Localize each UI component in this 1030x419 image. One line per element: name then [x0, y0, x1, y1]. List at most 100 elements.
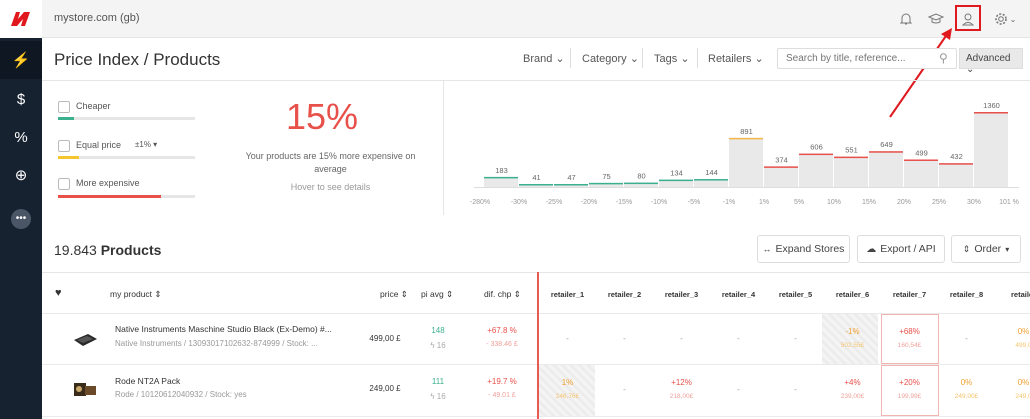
retailer-diff[interactable]: - — [710, 334, 767, 343]
retailer-price: 249,00£ — [954, 393, 979, 400]
pi-count: ϟ 16 — [430, 341, 446, 350]
sidebar-item-percent[interactable]: % — [0, 118, 42, 156]
chevron-down-icon: ⌄ — [555, 53, 565, 65]
column-retailer[interactable]: retailer_3 — [653, 290, 710, 299]
retailer-price: 239,00£ — [840, 393, 865, 400]
histogram-bar-top — [624, 182, 658, 185]
sidebar-item-dollar[interactable]: $ — [0, 80, 42, 118]
equal-checkbox[interactable] — [58, 140, 70, 152]
histogram-bar[interactable] — [834, 156, 868, 187]
app-logo[interactable] — [0, 0, 42, 38]
expensive-checkbox[interactable] — [58, 178, 70, 190]
column-my-product[interactable]: my product ⇕ — [110, 289, 162, 300]
retailer-diff[interactable]: 1% — [539, 378, 596, 387]
store-name[interactable]: mystore.com (gb) — [54, 12, 140, 24]
search-icon[interactable]: ⚲ — [939, 51, 948, 65]
column-pi-avg[interactable]: pi avg ⇕ — [421, 289, 453, 300]
product-thumbnail[interactable] — [72, 330, 98, 348]
caret-down-icon: ▾ — [1005, 244, 1010, 254]
histogram-tick-label: -1% — [723, 199, 735, 206]
sidebar-item-globe[interactable]: ⊕ — [0, 156, 42, 194]
retailer-diff[interactable]: 0% — [938, 378, 995, 387]
histogram-tick-label: 10% — [827, 199, 841, 206]
product-thumbnail[interactable] — [72, 380, 98, 398]
expand-stores-button[interactable]: ↔ Expand Stores — [757, 235, 850, 263]
histogram-tick-label: 15% — [862, 199, 876, 206]
retailer-diff[interactable]: -1% — [824, 327, 881, 336]
filter-retailers[interactable]: Retailers ⌄ — [708, 52, 764, 65]
histogram-bar[interactable] — [939, 163, 973, 187]
histogram-tick-label: -25% — [546, 199, 562, 206]
histogram-bar[interactable] — [729, 137, 763, 187]
column-retailer[interactable]: retailer_7 — [881, 290, 938, 299]
histogram-bar[interactable] — [799, 153, 833, 187]
histogram-bar[interactable] — [869, 151, 903, 187]
histogram-bar[interactable] — [484, 176, 518, 187]
histogram-bar-top — [589, 182, 623, 185]
column-retailer[interactable]: retailer_4 — [710, 290, 767, 299]
column-retailer[interactable]: retailer_2 — [596, 290, 653, 299]
retailer-diff[interactable]: - — [653, 334, 710, 343]
retailer-diff[interactable]: 0% — [995, 327, 1030, 336]
retailer-diff[interactable]: +12% — [653, 378, 710, 387]
cheaper-bar-fill — [58, 117, 75, 120]
retailer-diff[interactable]: - — [767, 334, 824, 343]
histogram-tick-label: 25% — [932, 199, 946, 206]
histogram-bar[interactable] — [764, 166, 798, 187]
advanced-button[interactable]: Advanced ⌄ — [959, 48, 1023, 75]
sort-icon: ⇕ — [962, 243, 971, 254]
column-dif-chp[interactable]: dif. chp ⇕ — [484, 289, 521, 300]
retailer-diff[interactable]: +4% — [824, 378, 881, 387]
column-retailer[interactable]: retailer_6 — [824, 290, 881, 299]
page-title: Price Index / Products — [54, 50, 221, 69]
filter-category[interactable]: Category ⌄ — [582, 52, 639, 65]
average-description: Your products are 15% more expensive on … — [245, 151, 416, 174]
histogram-bar-label: 134 — [670, 169, 683, 178]
sidebar-item-bolt[interactable]: ⚡ — [0, 41, 42, 79]
retailer-diff[interactable]: - — [596, 334, 653, 343]
retailer-diff[interactable]: - — [710, 385, 767, 394]
chevron-down-icon: ⌄ — [754, 53, 764, 65]
retailer-diff[interactable]: - — [596, 385, 653, 394]
histogram-tick-label: -10% — [651, 199, 667, 206]
histogram-bar[interactable] — [974, 112, 1008, 187]
divider — [42, 80, 1030, 81]
histogram-bar-top — [974, 112, 1008, 114]
retailer-diff[interactable]: - — [767, 385, 824, 394]
cell-highlight — [881, 365, 939, 416]
product-title[interactable]: Native Instruments Maschine Studio Black… — [115, 324, 332, 334]
product-title[interactable]: Rode NT2A Pack — [115, 376, 180, 386]
export-api-button[interactable]: ☁ Export / API — [857, 235, 945, 263]
expensive-bar-fill — [58, 195, 161, 198]
filter-tags[interactable]: Tags ⌄ — [654, 52, 690, 65]
filter-divider — [570, 48, 571, 68]
retailer-diff[interactable]: +20% — [881, 378, 938, 387]
retailer-diff[interactable]: 0% — [995, 378, 1030, 387]
retailer-price: 199,99£ — [897, 393, 922, 400]
sidebar-item-more[interactable]: ••• — [0, 200, 42, 238]
histogram-bar-top — [519, 184, 553, 186]
histogram-bar-top — [764, 166, 798, 168]
dollar-icon: $ — [16, 90, 26, 108]
cheaper-checkbox[interactable] — [58, 101, 70, 113]
retailer-diff[interactable]: +68% — [881, 327, 938, 336]
search-input[interactable] — [777, 48, 957, 69]
order-button[interactable]: ⇕ Order ▾ — [951, 235, 1021, 263]
retailer-diff[interactable]: - — [938, 334, 995, 343]
column-retailer[interactable]: retailer_8 — [938, 290, 995, 299]
column-retailer[interactable]: retailer — [995, 290, 1030, 299]
column-price[interactable]: price ⇕ — [380, 289, 408, 300]
filter-divider — [642, 48, 643, 68]
tolerance-dropdown[interactable]: ±1% ▾ — [135, 140, 157, 149]
filter-brand[interactable]: Brand ⌄ — [523, 52, 565, 65]
cheaper-bar — [58, 117, 195, 120]
globe-icon: ⊕ — [14, 167, 28, 184]
price-histogram: 183 41 47 75 80 134 144 891 374 606 551 649 499 432 13… — [470, 101, 1019, 206]
product-price: 499,00 £ — [369, 334, 401, 343]
settings-button[interactable]: ⌄ — [990, 8, 1020, 30]
histogram-bar[interactable] — [904, 159, 938, 187]
column-retailer[interactable]: retailer_1 — [539, 290, 596, 299]
retailer-diff[interactable]: - — [539, 334, 596, 343]
favorite-heart-icon[interactable]: ♥ — [55, 287, 62, 299]
column-retailer[interactable]: retailer_5 — [767, 290, 824, 299]
